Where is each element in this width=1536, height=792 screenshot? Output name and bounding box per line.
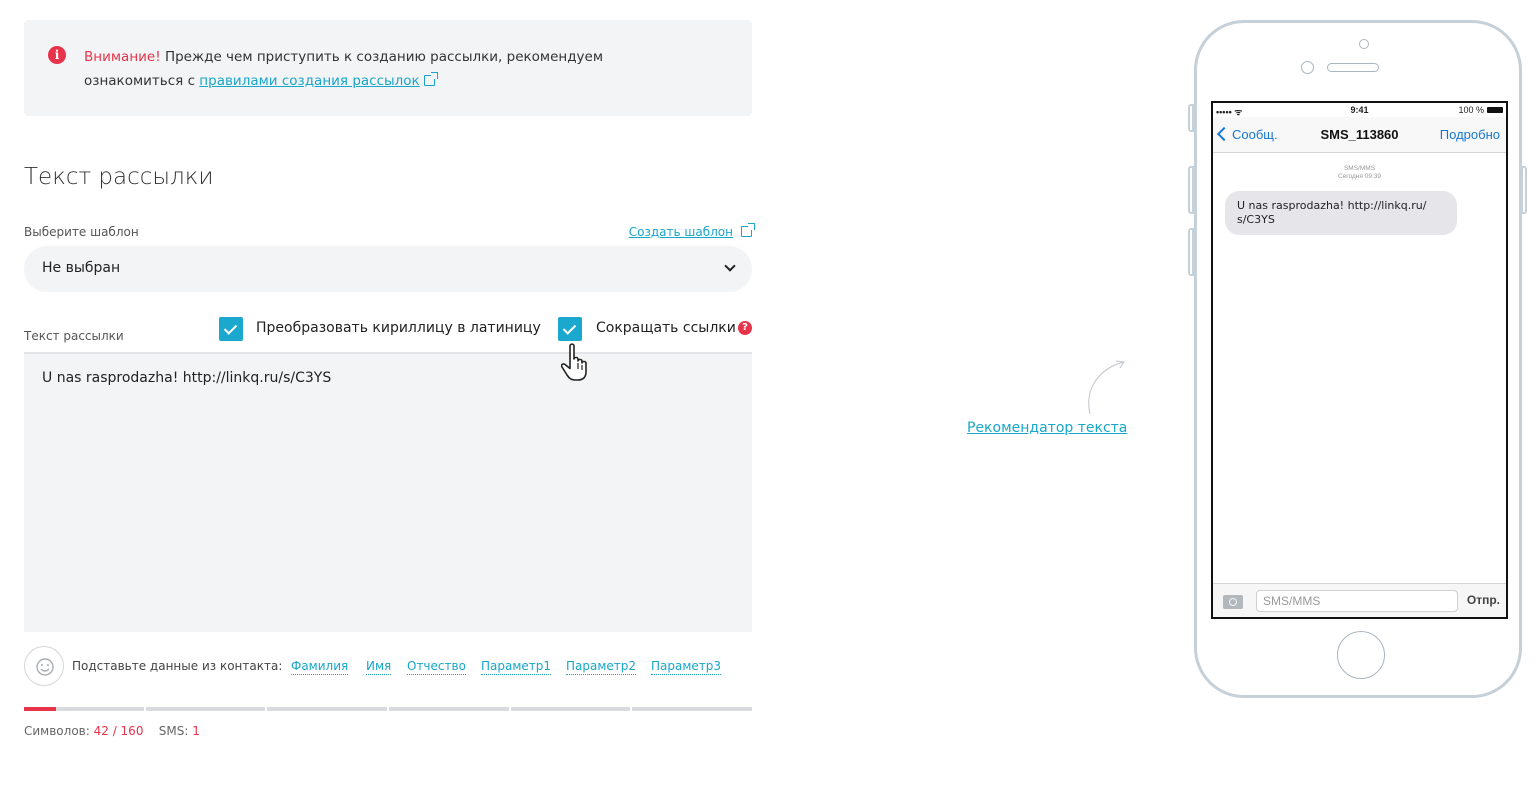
- smile-icon: [36, 658, 54, 676]
- info-icon: i: [48, 46, 66, 64]
- sms-value: 1: [192, 724, 200, 738]
- message-label: Текст рассылки: [24, 329, 124, 343]
- template-select[interactable]: Не выбран: [24, 246, 752, 292]
- symbols-value: 42 / 160: [93, 724, 144, 738]
- transliterate-label[interactable]: Преобразовать кириллицу в латиницу: [256, 320, 541, 336]
- notice-panel: i Внимание! Прежде чем приступить к созд…: [24, 20, 752, 116]
- phone-sensor: [1301, 61, 1314, 74]
- message-type: SMS/MMS: [1343, 165, 1376, 172]
- template-select-value: Не выбран: [42, 260, 121, 276]
- create-template-link-wrap: Создать шаблон: [629, 223, 755, 239]
- symbol-progress-fill: [24, 707, 56, 711]
- symbols-label: Символов:: [24, 724, 90, 738]
- sms-input-bar: SMS/MMS Отпр.: [1213, 583, 1506, 617]
- param-first-name[interactable]: Имя: [366, 659, 392, 675]
- contact-fields-label: Подставьте данные из контакта:: [72, 659, 283, 673]
- param-3[interactable]: Параметр3: [651, 659, 722, 675]
- help-icon[interactable]: ?: [738, 321, 752, 335]
- template-label: Выберите шаблон: [24, 225, 139, 239]
- shorten-links-label[interactable]: Сокращать ссылки: [596, 320, 736, 336]
- counter: Символов: 42 / 160 SMS: 1: [24, 724, 200, 738]
- battery-icon: [1487, 107, 1503, 113]
- progress-segment: [632, 707, 753, 711]
- progress-segment: [145, 707, 266, 711]
- symbol-progress-track: [24, 707, 753, 711]
- sms-nav-bar: Сообщ. SMS_113860 Подробно: [1213, 117, 1506, 153]
- create-template-link[interactable]: Создать шаблон: [629, 225, 733, 239]
- param-2[interactable]: Параметр2: [566, 659, 637, 675]
- message-textarea[interactable]: U nas rasprodazha! http://linkq.ru/s/C3Y…: [24, 352, 752, 632]
- section-title: Текст рассылки: [24, 164, 214, 190]
- hand-cursor-icon: [561, 343, 587, 381]
- status-bar: ••••• ᯤ 9:41 100 %: [1213, 103, 1506, 117]
- param-middle-name[interactable]: Отчество: [407, 659, 466, 675]
- phone-camera: [1359, 39, 1369, 49]
- shorten-links-checkbox[interactable]: [558, 317, 582, 341]
- transliterate-checkbox[interactable]: [219, 317, 243, 341]
- param-1[interactable]: Параметр1: [481, 659, 552, 675]
- battery-percent: 100 %: [1458, 105, 1484, 115]
- notice-title: Внимание!: [84, 49, 161, 65]
- phone-preview: ••••• ᯤ 9:41 100 % Сообщ. SMS_113860 Под…: [1194, 20, 1522, 698]
- message-text: U nas rasprodazha! http://linkq.ru/s/C3Y…: [42, 370, 332, 386]
- progress-segment: [389, 707, 509, 711]
- chevron-down-icon: [724, 260, 736, 272]
- progress-segment: [510, 707, 631, 711]
- progress-segment: [267, 707, 388, 711]
- emoji-button[interactable]: [24, 646, 64, 686]
- notice-text: Внимание! Прежде чем приступить к создан…: [84, 45, 704, 93]
- phone-screen: ••••• ᯤ 9:41 100 % Сообщ. SMS_113860 Под…: [1211, 101, 1508, 619]
- external-link-icon: [423, 72, 438, 86]
- camera-icon: [1223, 595, 1243, 609]
- phone-speaker: [1327, 63, 1379, 72]
- text-recommender-link[interactable]: Рекомендатор текста: [967, 420, 1127, 436]
- param-last-name[interactable]: Фамилия: [291, 659, 349, 675]
- send-button: Отпр.: [1466, 593, 1500, 607]
- rules-link[interactable]: правилами создания рассылок: [199, 73, 419, 89]
- phone-home-button: [1337, 631, 1385, 679]
- message-time: Сегодня 09:39: [1338, 173, 1381, 180]
- external-link-icon: [741, 223, 755, 237]
- sms-label: SMS:: [158, 724, 189, 738]
- sms-bubble: U nas rasprodazha! http://linkq.ru/ s/C3…: [1225, 191, 1457, 235]
- curved-arrow-icon: [1088, 360, 1126, 415]
- sms-input-field: SMS/MMS: [1256, 590, 1458, 612]
- details-button: Подробно: [1439, 127, 1500, 142]
